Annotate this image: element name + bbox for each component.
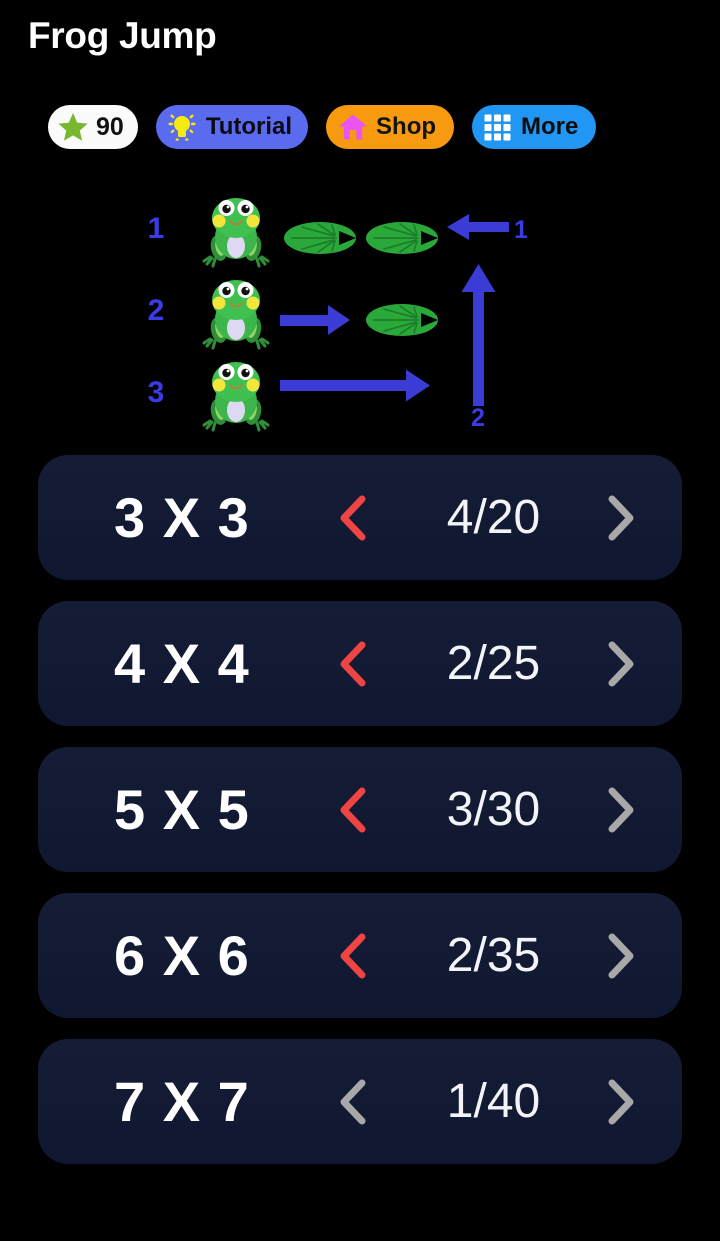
illustration-column-label-horizontal: 1 [514,216,528,244]
lightbulb-icon [166,111,198,143]
previous-level-chevron-icon[interactable] [336,932,370,980]
illustration-row-label-3: 3 [148,376,165,409]
arrow-right-row3 [280,369,430,402]
level-progress: 2/25 [446,636,541,690]
level-name: 5 X 5 [114,777,250,841]
grid-icon [484,114,511,141]
previous-level-chevron-icon[interactable] [336,1078,370,1126]
level-progress: 3/30 [446,782,541,836]
more-button-label: More [521,113,579,140]
level-name: 6 X 6 [114,923,250,987]
more-button[interactable]: More [472,105,597,149]
table-row[interactable]: 7 X 7 1/40 [38,1039,682,1164]
frog-jump-illustration: 1 2 3 1 2 [0,176,720,438]
previous-level-chevron-icon[interactable] [336,494,370,542]
next-level-chevron-icon[interactable] [604,932,638,980]
shop-button[interactable]: Shop [326,105,455,149]
table-row[interactable]: 5 X 5 3/30 [38,747,682,872]
level-list: 3 X 3 4/20 4 X 4 2/25 5 X 5 3/30 6 X 6 2… [0,455,720,1185]
next-level-chevron-icon[interactable] [604,1078,638,1126]
level-name: 4 X 4 [114,631,250,695]
page-title: Frog Jump [28,15,217,56]
arrow-left-row1 [447,214,509,240]
score-badge[interactable]: 90 [48,105,138,149]
level-progress: 4/20 [446,490,541,544]
tutorial-button-label: Tutorial [205,113,293,140]
arrow-right-row2 [280,305,350,335]
table-row[interactable]: 4 X 4 2/25 [38,601,682,726]
table-row[interactable]: 3 X 3 4/20 [38,455,682,580]
level-name: 7 X 7 [114,1069,250,1133]
previous-level-chevron-icon[interactable] [336,786,370,834]
next-level-chevron-icon[interactable] [604,640,638,688]
shop-button-label: Shop [376,113,437,140]
table-row[interactable]: 6 X 6 2/35 [38,893,682,1018]
next-level-chevron-icon[interactable] [604,786,638,834]
score-value: 90 [96,112,124,141]
star-icon [57,111,89,143]
next-level-chevron-icon[interactable] [604,494,638,542]
illustration-column-label-vertical: 2 [471,404,485,432]
level-progress: 1/40 [446,1074,541,1128]
level-progress: 2/35 [446,928,541,982]
home-icon [338,112,368,142]
level-name: 3 X 3 [114,485,250,549]
previous-level-chevron-icon[interactable] [336,640,370,688]
illustration-row-label-2: 2 [148,294,165,327]
tutorial-button[interactable]: Tutorial [155,105,309,149]
top-toolbar: 90 Tutorial Shop More [48,105,597,149]
illustration-row-label-1: 1 [148,212,165,245]
arrow-up-column [461,264,496,406]
